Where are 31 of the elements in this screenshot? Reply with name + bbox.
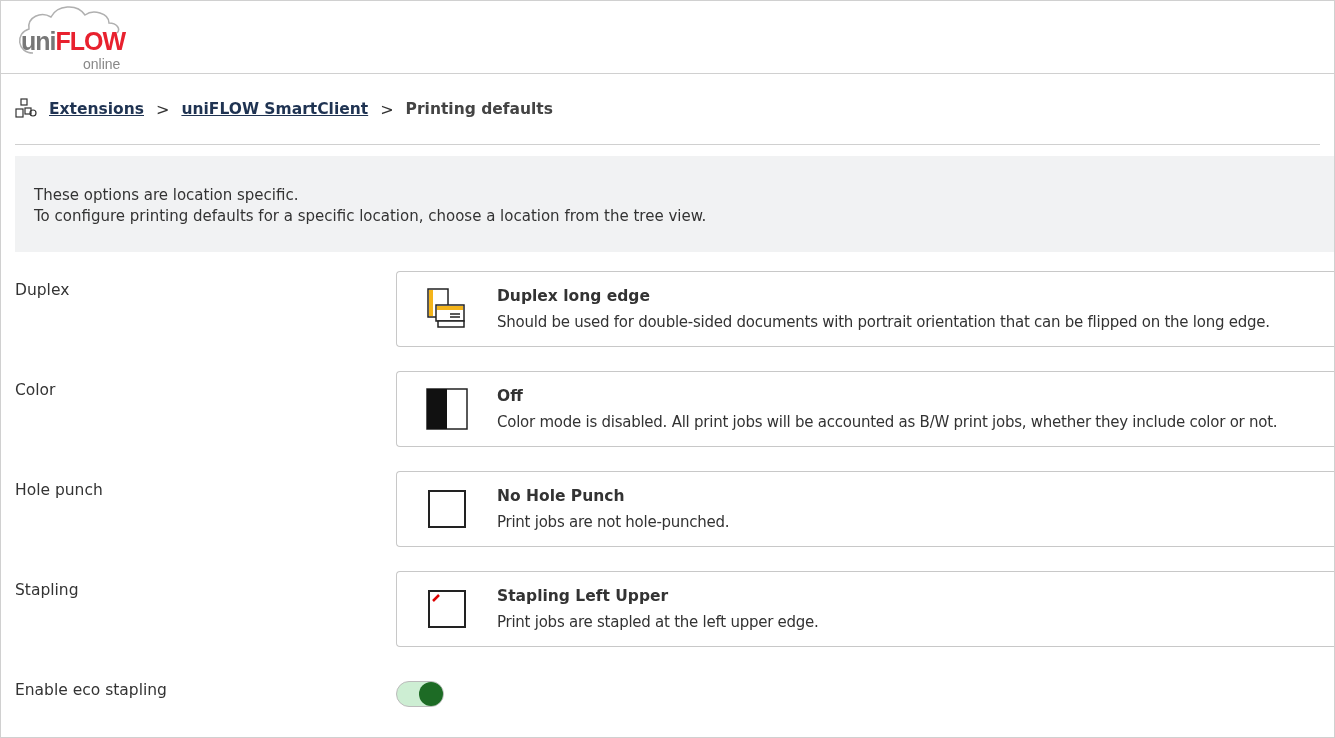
staple-square-icon: [428, 590, 466, 628]
option-card[interactable]: No Hole Punch Print jobs are not hole-punched.: [396, 471, 1334, 547]
breadcrumb-separator: >: [156, 99, 170, 119]
setting-label: Duplex: [14, 280, 71, 299]
info-text: These options are location specific.: [34, 185, 300, 206]
option-description: Color mode is disabled. All print jobs will be accounted as B/W print jobs, whether they include color or not.: [497, 413, 1278, 431]
duplex-pages-icon: [426, 287, 468, 331]
info-text: To configure printing defaults for a specific location, choose a location from the tree view.: [34, 206, 708, 227]
setting-label: Enable eco stapling: [14, 680, 168, 699]
empty-square-icon: [428, 490, 466, 528]
option-card[interactable]: Duplex long edge Should be used for double-sided documents with portrait orientation that can be flipped on the long edge.: [396, 271, 1334, 347]
option-title: No Hole Punch: [497, 487, 626, 505]
option-card[interactable]: Stapling Left Upper Print jobs are stapled at the left upper edge.: [396, 571, 1334, 647]
setting-label: Color: [14, 380, 57, 399]
setting-label: Stapling: [14, 580, 80, 599]
toggle-switch[interactable]: [396, 681, 444, 707]
breadcrumb-separator: >: [380, 99, 394, 119]
breadcrumb-link[interactable]: Extensions: [49, 100, 144, 118]
option-description: Print jobs are stapled at the left upper edge.: [497, 613, 819, 631]
uniflow-logo: uniFLOW online: [5, 1, 137, 73]
option-title: Duplex long edge: [497, 287, 651, 305]
cubes-icon: [15, 98, 37, 120]
option-description: Should be used for double-sided documents with portrait orientation that can be flipped on the long edge.: [497, 313, 1270, 331]
breadcrumb-current: Printing defaults: [405, 100, 553, 118]
option-title: Off: [497, 387, 524, 405]
breadcrumb-link[interactable]: uniFLOW SmartClient: [181, 100, 369, 118]
option-title: Stapling Left Upper: [497, 587, 670, 605]
option-card[interactable]: Off Color mode is disabled. All print jobs will be accounted as B/W print jobs, whether they include color or not.: [396, 371, 1334, 447]
half-filled-square-icon: [426, 388, 468, 430]
option-description: Print jobs are not hole-punched.: [497, 513, 730, 531]
setting-label: Hole punch: [14, 480, 104, 499]
